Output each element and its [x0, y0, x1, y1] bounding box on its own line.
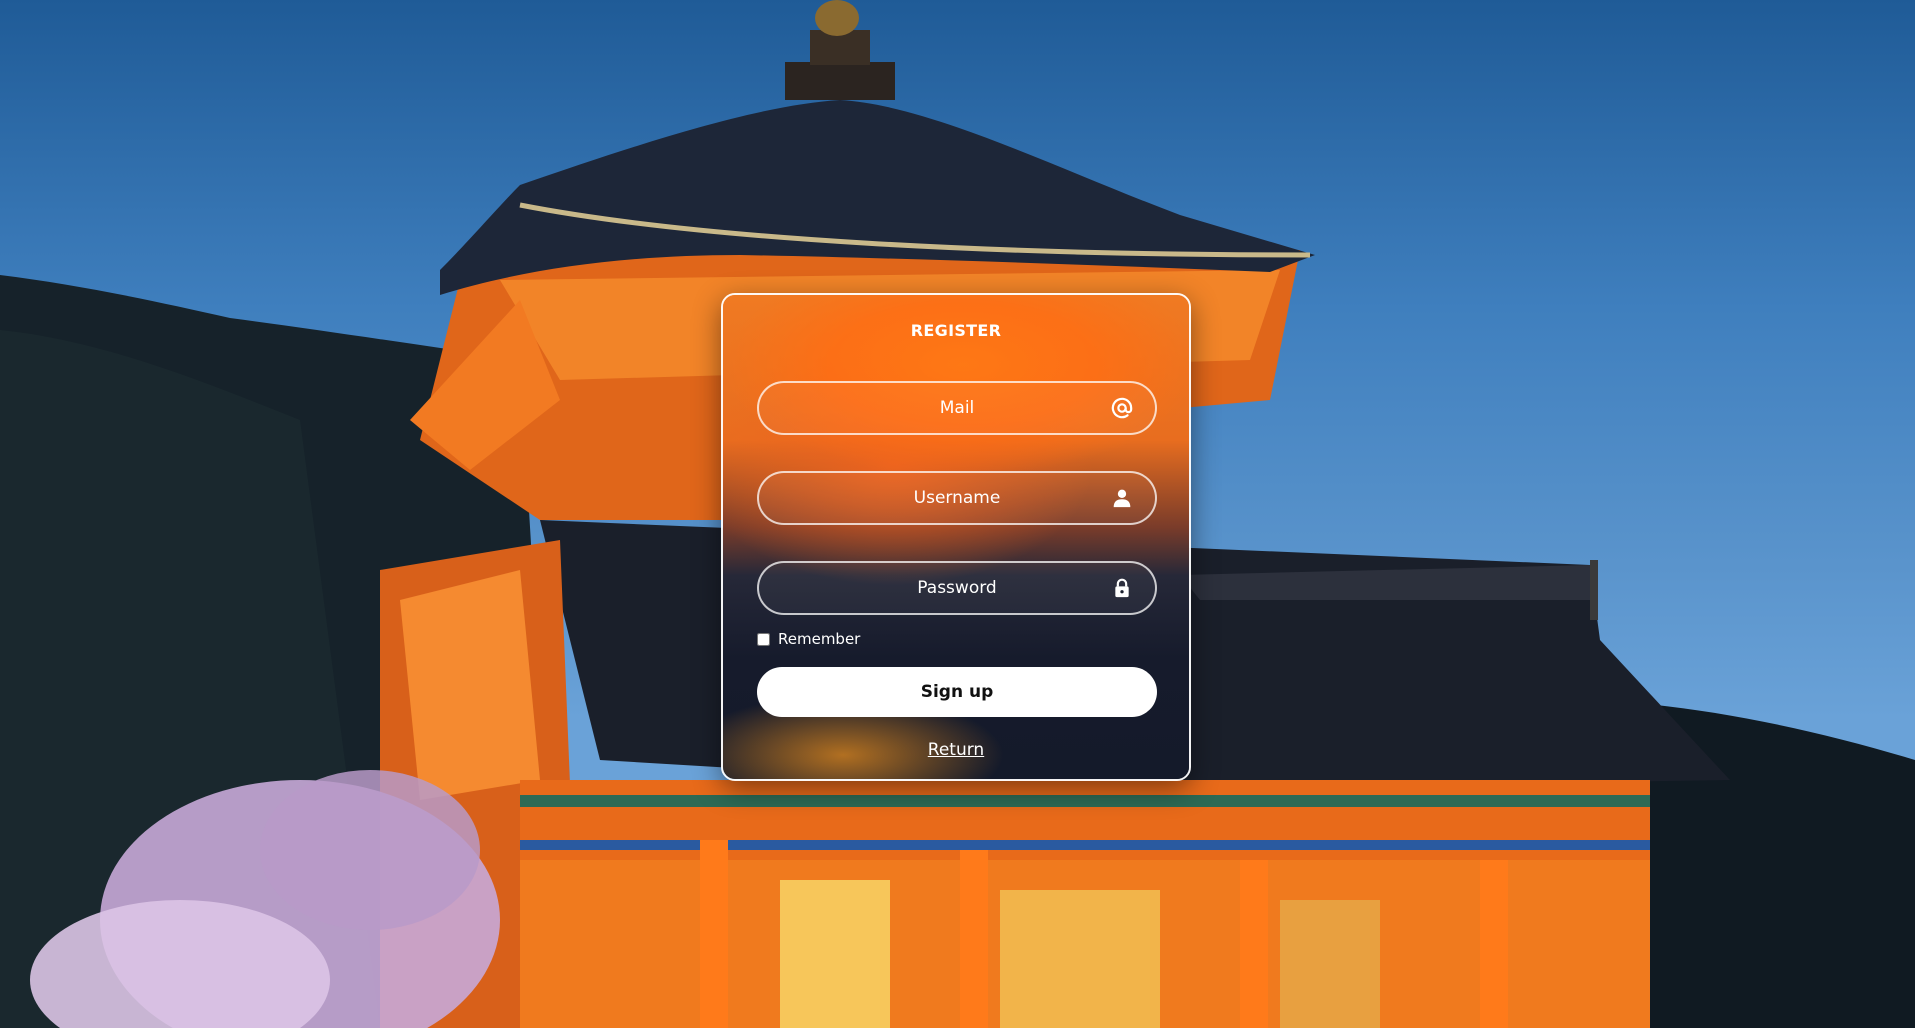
- username-field[interactable]: [757, 471, 1157, 525]
- password-input[interactable]: [759, 563, 1155, 613]
- password-field[interactable]: [757, 561, 1157, 615]
- mail-input[interactable]: [759, 383, 1155, 433]
- lock-icon: [1111, 577, 1133, 599]
- remember-option[interactable]: Remember: [757, 630, 860, 648]
- register-card: REGISTER Mail Username Remember Sign up …: [721, 293, 1191, 781]
- mail-field[interactable]: [757, 381, 1157, 435]
- form-title: REGISTER: [910, 321, 1002, 340]
- remember-label: Remember: [778, 630, 861, 648]
- user-icon: [1111, 487, 1133, 509]
- remember-checkbox[interactable]: [757, 632, 770, 646]
- username-input[interactable]: [759, 473, 1155, 523]
- sign-up-button[interactable]: Sign up: [757, 667, 1157, 717]
- return-link[interactable]: Return: [723, 740, 1189, 760]
- at-icon: [1111, 397, 1133, 419]
